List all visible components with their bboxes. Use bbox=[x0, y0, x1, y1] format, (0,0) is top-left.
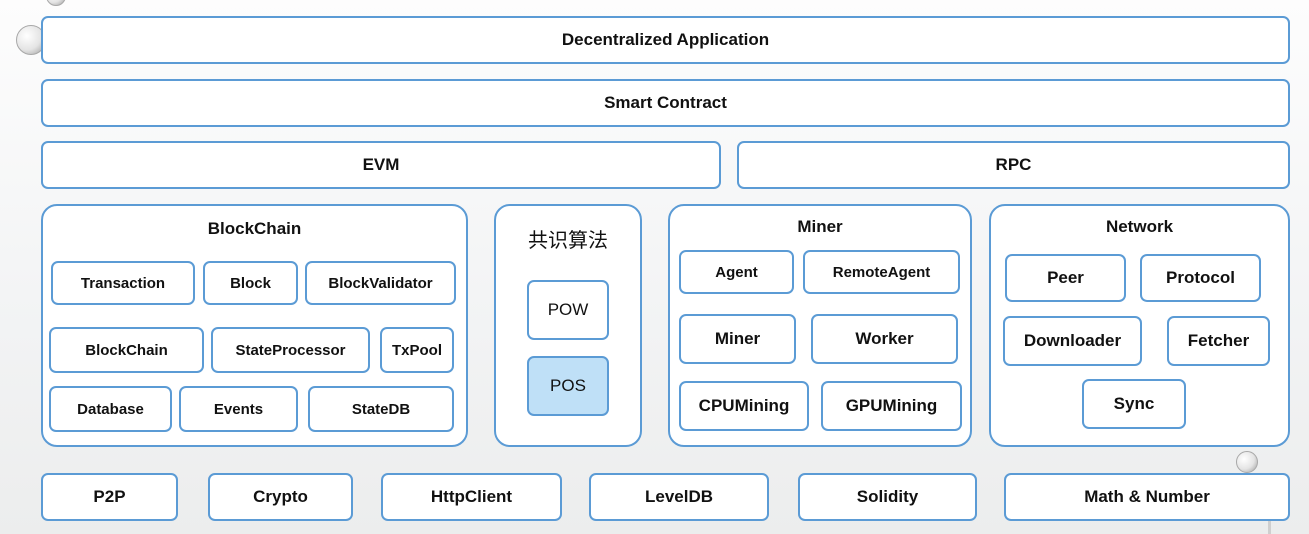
consensus-title: 共识算法 bbox=[528, 228, 608, 252]
miner-box: Miner bbox=[679, 314, 796, 364]
evm-layer: EVM bbox=[41, 141, 721, 189]
p2p-box: P2P bbox=[41, 473, 178, 521]
blockchain-title: BlockChain bbox=[207, 219, 302, 238]
cpumining-box: CPUMining bbox=[679, 381, 809, 431]
network-panel: Network Peer Protocol Downloader Fetcher… bbox=[989, 204, 1290, 447]
decorative-knob-right bbox=[1236, 451, 1258, 473]
peer-box: Peer bbox=[1005, 254, 1126, 302]
httpclient-box: HttpClient bbox=[381, 473, 562, 521]
stateprocessor-box: StateProcessor bbox=[211, 327, 370, 373]
smart-contract-layer: Smart Contract bbox=[41, 79, 1290, 127]
leveldb-box: LevelDB bbox=[589, 473, 769, 521]
events-box: Events bbox=[179, 386, 298, 432]
consensus-panel: 共识算法 POW POS bbox=[494, 204, 642, 447]
math-number-box: Math & Number bbox=[1004, 473, 1290, 521]
sync-box: Sync bbox=[1082, 379, 1186, 429]
blockchain-panel: BlockChain Transaction Block BlockValida… bbox=[41, 204, 468, 447]
solidity-box: Solidity bbox=[798, 473, 977, 521]
gpumining-box: GPUMining bbox=[821, 381, 962, 431]
decorative-knob-top bbox=[46, 0, 66, 6]
rpc-layer: RPC bbox=[737, 141, 1290, 189]
dapp-layer: Decentralized Application bbox=[41, 16, 1290, 64]
blockvalidator-box: BlockValidator bbox=[305, 261, 456, 305]
crypto-box: Crypto bbox=[208, 473, 353, 521]
block-box: Block bbox=[203, 261, 298, 305]
protocol-box: Protocol bbox=[1140, 254, 1261, 302]
agent-box: Agent bbox=[679, 250, 794, 294]
blockchain-box: BlockChain bbox=[49, 327, 204, 373]
pow-box: POW bbox=[527, 280, 609, 340]
miner-panel: Miner Agent RemoteAgent Miner Worker CPU… bbox=[668, 204, 972, 447]
database-box: Database bbox=[49, 386, 172, 432]
downloader-box: Downloader bbox=[1003, 316, 1142, 366]
pos-box: POS bbox=[527, 356, 609, 416]
statedb-box: StateDB bbox=[308, 386, 454, 432]
remoteagent-box: RemoteAgent bbox=[803, 250, 960, 294]
worker-box: Worker bbox=[811, 314, 958, 364]
network-title: Network bbox=[1105, 217, 1174, 236]
fetcher-box: Fetcher bbox=[1167, 316, 1270, 366]
transaction-box: Transaction bbox=[51, 261, 195, 305]
txpool-box: TxPool bbox=[380, 327, 454, 373]
miner-title: Miner bbox=[797, 217, 843, 236]
